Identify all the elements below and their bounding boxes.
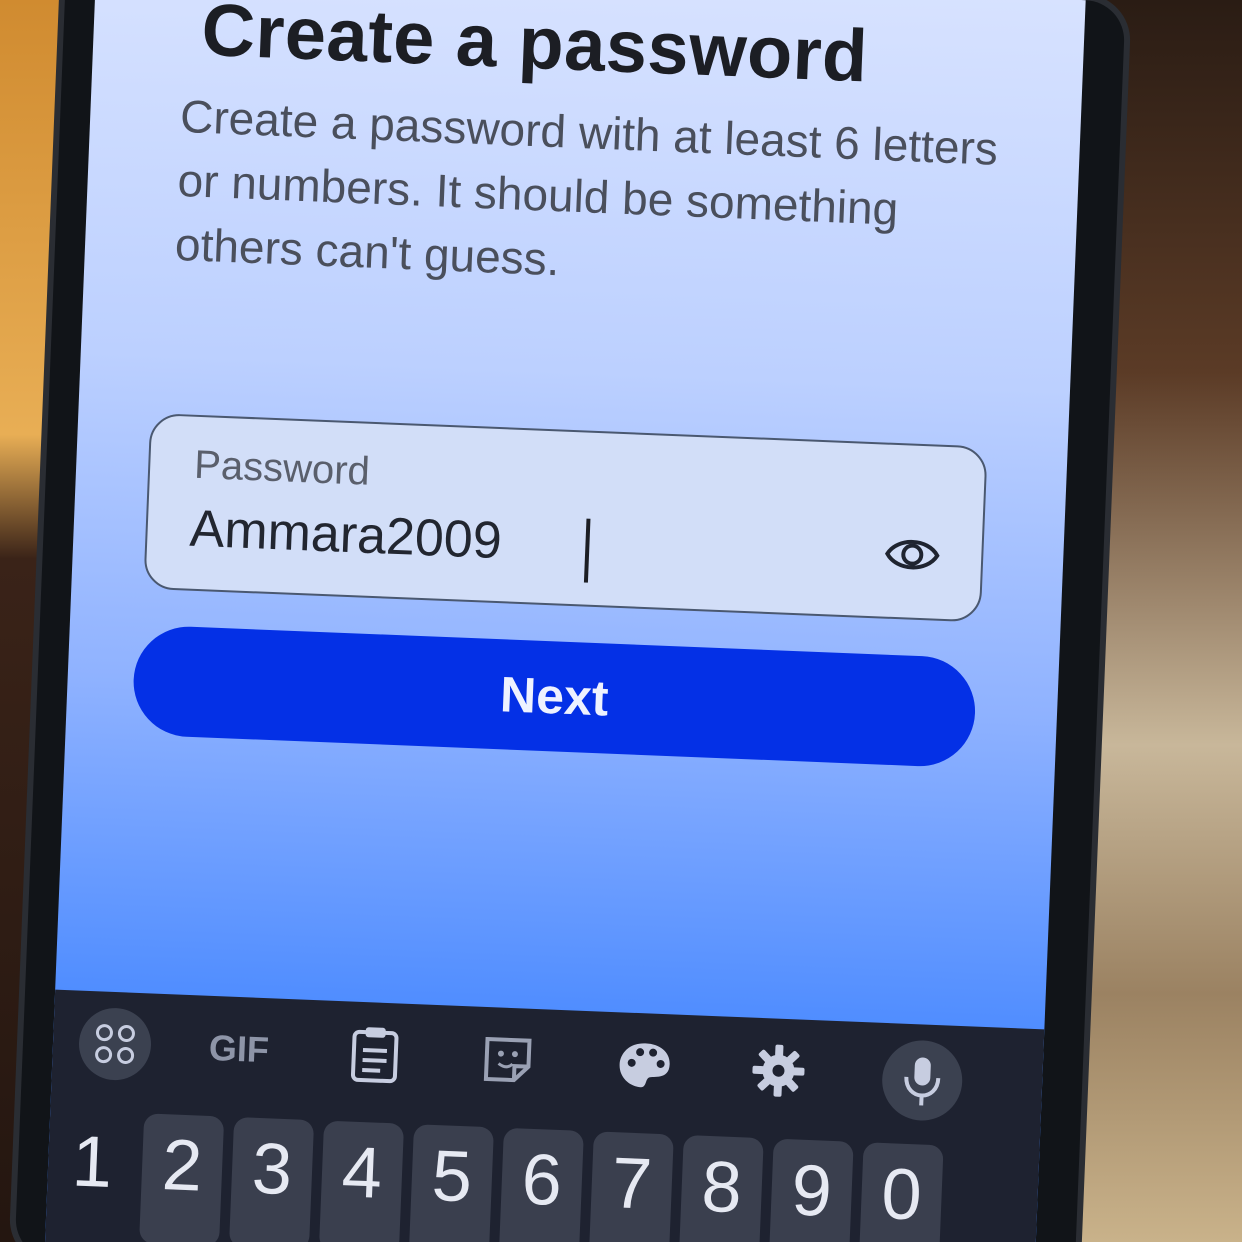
password-field[interactable]: Password bbox=[143, 412, 988, 623]
gear-icon[interactable] bbox=[741, 1033, 816, 1108]
key-6[interactable]: 6 bbox=[498, 1127, 584, 1242]
next-button[interactable]: Next bbox=[131, 624, 978, 769]
key-7[interactable]: 7 bbox=[588, 1131, 674, 1242]
key-9[interactable]: 9 bbox=[768, 1138, 854, 1242]
sticker-icon[interactable] bbox=[471, 1022, 546, 1097]
photo-scene: Create a password Create a password with… bbox=[0, 0, 1242, 1242]
soft-keyboard: GIF 1 2 3 4 5 6 7 8 9 0 bbox=[44, 989, 1045, 1242]
grid-apps-icon[interactable] bbox=[77, 1006, 153, 1082]
key-1[interactable]: 1 bbox=[49, 1110, 134, 1242]
phone-device: Create a password Create a password with… bbox=[14, 0, 1126, 1242]
key-5[interactable]: 5 bbox=[408, 1124, 494, 1242]
page-subtitle: Create a password with at least 6 letter… bbox=[174, 89, 999, 286]
clipboard-icon[interactable] bbox=[337, 1017, 412, 1092]
eye-icon[interactable] bbox=[882, 525, 942, 585]
key-0[interactable]: 0 bbox=[858, 1142, 944, 1242]
password-field-label: Password bbox=[193, 442, 371, 494]
key-8[interactable]: 8 bbox=[678, 1134, 764, 1242]
gif-button[interactable]: GIF bbox=[202, 1012, 277, 1087]
key-4[interactable]: 4 bbox=[318, 1120, 405, 1242]
key-2[interactable]: 2 bbox=[139, 1113, 225, 1242]
microphone-icon[interactable] bbox=[880, 1038, 964, 1123]
palette-icon[interactable] bbox=[607, 1028, 682, 1103]
key-3[interactable]: 3 bbox=[228, 1116, 315, 1242]
page-title: Create a password bbox=[200, 0, 870, 98]
phone-screen: Create a password Create a password with… bbox=[44, 0, 1086, 1242]
password-input[interactable] bbox=[188, 498, 811, 584]
